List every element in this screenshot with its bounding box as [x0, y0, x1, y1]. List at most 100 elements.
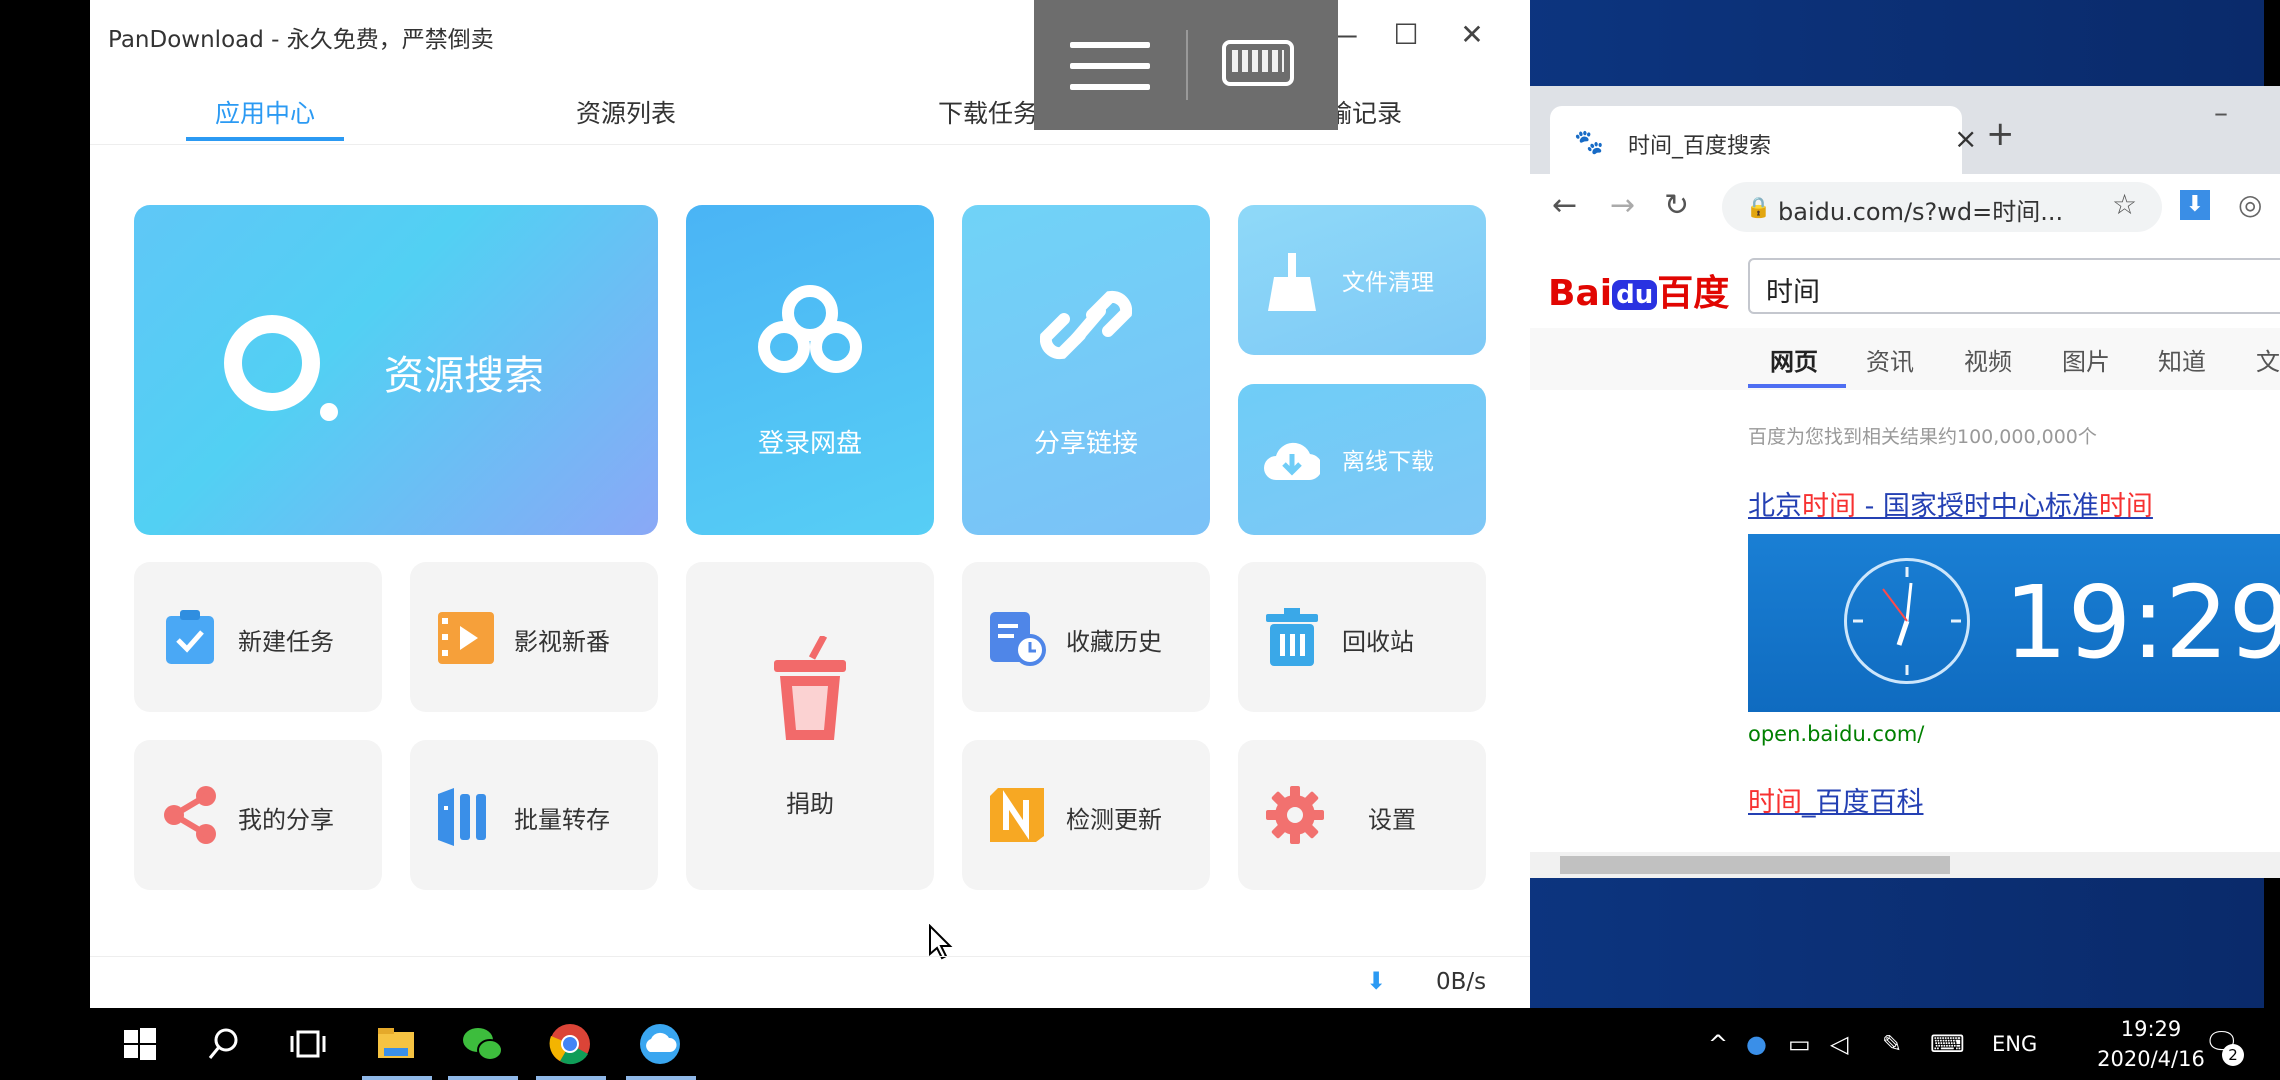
display-icon[interactable]: ▭	[1788, 1030, 1811, 1058]
recycle-bin-tile[interactable]: 回收站	[1238, 562, 1486, 712]
favorites-history-tile[interactable]: 收藏历史	[962, 562, 1210, 712]
baidu-logo[interactable]: Bai du 百度	[1548, 264, 1729, 316]
broom-icon	[1268, 253, 1316, 311]
back-arrow-icon[interactable]: ←	[1552, 188, 1577, 223]
books-icon	[438, 788, 486, 846]
mouse-cursor-icon	[929, 924, 953, 960]
new-task-tile[interactable]: 新建任务	[134, 562, 382, 712]
settings-label: 设置	[1368, 806, 1416, 834]
bookmark-star-icon[interactable]: ☆	[2112, 188, 2137, 221]
search-icon[interactable]	[202, 1022, 246, 1066]
r1-text-a: 北京	[1748, 491, 1802, 522]
chrome-icon[interactable]	[548, 1022, 592, 1066]
analog-clock-icon	[1844, 558, 1970, 684]
r1-highlight-b: 时间	[2098, 491, 2153, 522]
batch-save-tile[interactable]: 批量转存	[410, 740, 658, 890]
windows-taskbar: ^ ● ▭ ◁ ✎ ⌨ ENG 19:29 2020/4/16 🗨 2	[90, 1008, 2264, 1080]
share-icon	[164, 786, 216, 844]
result-2-title[interactable]: 时间_百度百科	[1748, 780, 1924, 819]
file-clean-tile[interactable]: 文件清理	[1238, 205, 1486, 355]
tab-web[interactable]: 网页	[1770, 342, 1818, 377]
tray-expand-icon[interactable]: ^	[1708, 1030, 1728, 1058]
forward-arrow-icon[interactable]: →	[1610, 188, 1635, 223]
reload-icon[interactable]: ↻	[1664, 188, 1689, 223]
active-tab-underline	[186, 137, 344, 141]
tab-zhidao[interactable]: 知道	[2158, 342, 2206, 377]
result-1-url[interactable]: open.baidu.com/	[1748, 722, 1924, 746]
my-share-tile[interactable]: 我的分享	[134, 740, 382, 890]
update-n-icon	[990, 788, 1044, 842]
tab-wenku[interactable]: 文	[2256, 342, 2280, 377]
pen-icon[interactable]: ✎	[1882, 1030, 1902, 1058]
result-1-title[interactable]: 北京时间 - 国家授时中心标准时间	[1748, 484, 2153, 523]
file-explorer-icon[interactable]	[374, 1022, 418, 1066]
clock-time: 19:29	[2120, 1017, 2182, 1041]
resource-search-tile[interactable]: 资源搜索	[134, 205, 658, 535]
chrome-toolbar: ← → ↻ 🔒 baidu.com/s?wd=时间... ☆ ⬇ ◎	[1530, 174, 2280, 247]
chrome-tab[interactable]: 🐾 时间_百度搜索 ×	[1550, 106, 1977, 174]
hamburger-menu-icon[interactable]	[1070, 42, 1150, 90]
clock-hands	[1853, 567, 1961, 675]
clipboard-check-icon	[166, 610, 214, 664]
chrome-window: 🐾 时间_百度搜索 × + – ← → ↻ 🔒 baidu.com/s?wd=时…	[1530, 86, 2280, 878]
remote-control-overlay	[1034, 0, 1338, 130]
r1-highlight-a: 时间	[1802, 491, 1856, 522]
tab-video[interactable]: 视频	[1964, 342, 2012, 377]
tab-app-center[interactable]: 应用中心	[165, 94, 365, 130]
volume-muted-icon[interactable]: ◁	[1830, 1030, 1848, 1058]
search-icon-dot	[320, 403, 338, 421]
window-title: PanDownload - 永久免费，严禁倒卖	[108, 27, 494, 53]
tab-images[interactable]: 图片	[2062, 342, 2110, 377]
donate-label: 捐助	[786, 790, 834, 818]
share-link-tile[interactable]: 分享链接	[962, 205, 1210, 535]
scrollbar-thumb[interactable]	[1560, 856, 1950, 874]
address-bar[interactable]: 🔒 baidu.com/s?wd=时间... ☆	[1722, 182, 2162, 232]
baidu-logo-bai: Bai	[1548, 273, 1613, 314]
weibo-extension-icon[interactable]: ◎	[2238, 188, 2262, 221]
donate-tile[interactable]: 捐助	[686, 562, 934, 890]
r1-text-b: - 国家授时中心标准	[1856, 491, 2099, 522]
close-tab-icon[interactable]: ×	[1954, 122, 1977, 155]
check-update-tile[interactable]: 检测更新	[962, 740, 1210, 890]
overlay-divider	[1186, 30, 1188, 100]
r2-text: _百度百科	[1802, 787, 1924, 818]
task-view-icon[interactable]	[286, 1022, 330, 1066]
recycle-bin-label: 回收站	[1342, 628, 1414, 656]
search-query: 时间	[1766, 277, 1820, 308]
batch-save-label: 批量转存	[514, 806, 610, 834]
my-share-label: 我的分享	[238, 806, 334, 834]
wechat-icon[interactable]	[460, 1022, 504, 1066]
link-icon	[1040, 290, 1132, 360]
network-error-icon[interactable]: ●	[1746, 1030, 1767, 1058]
document-clock-icon	[990, 612, 1046, 666]
keyboard-icon[interactable]	[1222, 40, 1294, 86]
download-extension-icon[interactable]: ⬇	[2180, 190, 2210, 220]
lock-icon: 🔒	[1746, 195, 1771, 219]
download-speed: 0B/s	[1436, 969, 1487, 995]
baidu-search-input[interactable]: 时间	[1748, 258, 2280, 314]
language-indicator[interactable]: ENG	[1992, 1032, 2037, 1056]
settings-tile[interactable]: 设置	[1238, 740, 1486, 890]
wechat-active-indicator	[448, 1076, 518, 1080]
new-tab-button[interactable]: +	[1986, 114, 2015, 154]
close-button[interactable]: ✕	[1452, 14, 1492, 54]
horizontal-scrollbar[interactable]	[1530, 852, 2280, 878]
baidu-paw-icon: 🐾	[1574, 128, 1604, 156]
left-black-bar	[0, 0, 90, 1080]
chrome-minimize-button[interactable]: –	[2214, 96, 2228, 129]
touch-keyboard-icon[interactable]: ⌨	[1930, 1030, 1965, 1058]
tab-news[interactable]: 资讯	[1866, 342, 1914, 377]
clock-date: 2020/4/16	[2097, 1047, 2205, 1071]
time-widget: 19:29	[1748, 534, 2280, 712]
maximize-button[interactable]: ☐	[1386, 14, 1426, 54]
windows-start-icon[interactable]	[118, 1022, 162, 1066]
login-netdisk-tile[interactable]: 登录网盘	[686, 205, 934, 535]
baidu-header: Bai du 百度 时间	[1530, 246, 2280, 328]
offline-download-tile[interactable]: 离线下载	[1238, 384, 1486, 535]
resource-search-label: 资源搜索	[384, 353, 544, 399]
taskbar-clock[interactable]: 19:29 2020/4/16	[2086, 1014, 2216, 1074]
movies-tile[interactable]: 影视新番	[410, 562, 658, 712]
pandownload-cloud-icon[interactable]	[638, 1022, 682, 1066]
tab-resource-list[interactable]: 资源列表	[526, 94, 726, 130]
pandownload-window: PanDownload - 永久免费，严禁倒卖 👕 ⌄ — ☐ ✕ 应用中心 资…	[90, 0, 1530, 1008]
